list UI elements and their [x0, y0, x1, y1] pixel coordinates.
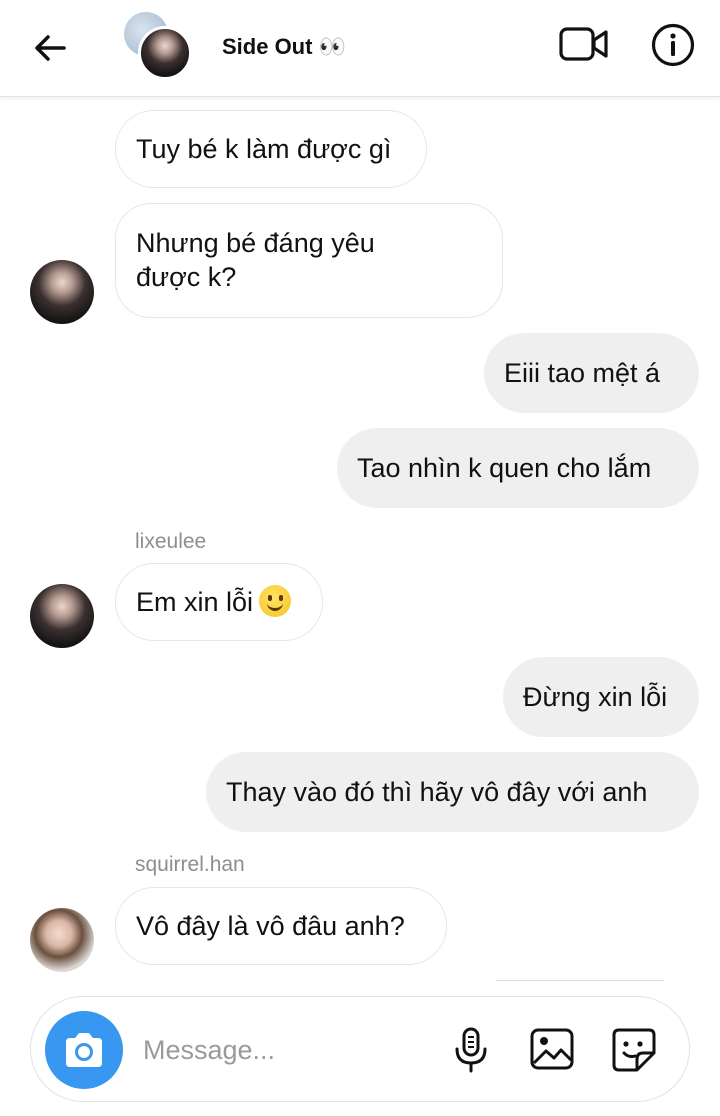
- info-icon[interactable]: [650, 22, 696, 68]
- message-text: Em xin lỗi: [136, 587, 254, 617]
- message-text: Tuy bé k làm được gì: [136, 134, 392, 164]
- group-avatar-front: [138, 26, 192, 80]
- message-bubble-incoming[interactable]: Em xin lỗi: [115, 563, 323, 641]
- message-composer: [30, 996, 690, 1102]
- message-bubble-incoming[interactable]: Nhưng bé đáng yêu được k?: [115, 203, 503, 318]
- divider: [496, 980, 664, 981]
- message-bubble-outgoing[interactable]: Đừng xin lỗi: [503, 657, 699, 737]
- gallery-icon[interactable]: [529, 1027, 575, 1071]
- sender-avatar[interactable]: [30, 260, 94, 324]
- sender-avatar[interactable]: [30, 908, 94, 972]
- message-bubble-outgoing[interactable]: Tao nhìn k quen cho lắm: [337, 428, 699, 508]
- message-bubble-outgoing[interactable]: Thay vào đó thì hãy vô đây với anh: [206, 752, 699, 832]
- message-text: Tao nhìn k quen cho lắm: [357, 453, 652, 483]
- group-avatar[interactable]: [124, 12, 192, 80]
- message-text: Đừng xin lỗi: [523, 682, 668, 712]
- camera-button[interactable]: [45, 1011, 123, 1089]
- message-bubble-outgoing[interactable]: Eiii tao mệt á: [484, 333, 699, 413]
- sender-avatar[interactable]: [30, 584, 94, 648]
- message-text-line: được k?: [136, 262, 237, 292]
- message-text: Vô đây là vô đâu anh?: [136, 911, 405, 941]
- message-text-line: Nhưng bé đáng yêu: [136, 228, 375, 258]
- slightly-smiling-face-emoji: [259, 585, 292, 617]
- sender-name: squirrel.han: [135, 853, 245, 876]
- message-text: Thay vào đó thì hãy vô đây với anh: [226, 777, 648, 807]
- chat-title[interactable]: Side Out 👀: [222, 34, 346, 60]
- microphone-icon[interactable]: [451, 1027, 491, 1073]
- sender-name: lixeulee: [135, 530, 207, 553]
- message-bubble-incoming[interactable]: Vô đây là vô đâu anh?: [115, 887, 447, 965]
- back-arrow-icon[interactable]: [28, 26, 72, 70]
- camera-icon: [66, 1033, 102, 1067]
- sticker-icon[interactable]: [611, 1027, 657, 1073]
- message-input[interactable]: [141, 1027, 435, 1073]
- message-text: Eiii tao mệt á: [504, 358, 661, 388]
- video-call-icon[interactable]: [558, 24, 610, 64]
- message-bubble-incoming[interactable]: Tuy bé k làm được gì: [115, 110, 427, 188]
- chat-header: Side Out 👀: [0, 0, 720, 97]
